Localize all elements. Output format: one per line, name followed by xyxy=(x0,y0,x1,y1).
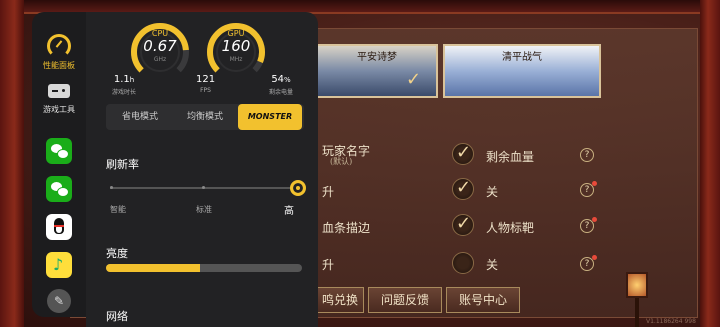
qq-icon xyxy=(46,214,72,240)
fps-value: 121 xyxy=(196,74,216,85)
app-shortcut-qq[interactable] xyxy=(32,214,86,240)
lantern-post xyxy=(635,298,639,327)
help-icon[interactable]: ? xyxy=(580,181,597,197)
lantern-icon xyxy=(626,272,648,298)
brightness-slider[interactable] xyxy=(106,264,302,272)
refresh-rate-slider[interactable] xyxy=(110,186,298,189)
setting-label: 关 xyxy=(486,258,499,272)
slider-knob[interactable] xyxy=(290,180,306,196)
sidebar-item-label: 性能面板 xyxy=(43,61,75,70)
sidebar-item-game-tools[interactable]: 游戏工具 xyxy=(32,84,86,115)
setting-label: 人物标靶 xyxy=(486,221,535,235)
setting-label: 关 xyxy=(486,185,499,199)
version-text: V1.1186264 998 xyxy=(646,318,696,325)
sidebar-item-label: 游戏工具 xyxy=(43,105,75,114)
play-time-stat: 1.1h 游戏时长 xyxy=(112,74,137,96)
cpu-value: 0.67 xyxy=(143,37,177,55)
gpu-unit: MHz xyxy=(229,56,243,63)
sidebar-item-performance[interactable]: 性能面板 xyxy=(32,34,86,71)
overlay-sidebar: 性能面板 游戏工具 ✎ xyxy=(32,12,86,317)
cpu-unit: GHz xyxy=(153,56,167,63)
help-icon[interactable]: ? xyxy=(580,148,594,162)
mode-power-saving[interactable]: 省电模式 xyxy=(108,104,172,130)
fps-stat: 121 FPS xyxy=(196,74,215,94)
battery-label: 剩余电量 xyxy=(269,89,294,96)
network-title: 网络 xyxy=(106,310,128,323)
mode-balanced[interactable]: 均衡模式 xyxy=(173,104,237,130)
mode-card-title: 平安诗梦 xyxy=(357,52,397,63)
mode-card-pingan[interactable]: 平安诗梦 ✓ xyxy=(316,44,438,98)
qq-music-icon xyxy=(46,252,72,278)
left-pillar xyxy=(0,0,24,327)
checkbox[interactable]: ✓ xyxy=(452,142,474,165)
checkbox[interactable] xyxy=(452,252,474,274)
brightness-title: 亮度 xyxy=(106,247,128,260)
checkbox[interactable]: ✓ xyxy=(452,213,474,236)
performance-mode-selector: 省电模式 均衡模式 MONSTER xyxy=(106,104,304,130)
redeem-code-button[interactable]: 鸣兑换 xyxy=(316,287,364,313)
brush-icon: ✎ xyxy=(47,289,71,313)
right-pillar xyxy=(700,0,720,327)
setting-label: 血条描边 xyxy=(322,221,371,235)
help-icon[interactable]: ? xyxy=(580,255,597,271)
check-icon: ✓ xyxy=(406,69,422,90)
play-time-label: 游戏时长 xyxy=(112,89,137,96)
brush-button[interactable]: ✎ xyxy=(32,289,86,313)
battery-value: 54 xyxy=(271,74,285,85)
wechat-icon xyxy=(46,138,72,164)
brightness-fill xyxy=(106,264,201,272)
mode-card-title: 清平战气 xyxy=(502,52,542,63)
battery-stat: 54% 剩余电量 xyxy=(269,74,294,96)
account-center-button[interactable]: 账号中心 xyxy=(446,287,520,313)
app-shortcut-wechat-2[interactable] xyxy=(32,176,86,202)
app-shortcut-qq-music[interactable] xyxy=(32,252,86,278)
refresh-option-standard[interactable]: 标准 xyxy=(196,204,212,215)
setting-label: 升 xyxy=(322,258,335,272)
refresh-option-high[interactable]: 高 xyxy=(284,202,294,217)
play-time-value: 1.1 xyxy=(113,74,130,85)
mode-monster[interactable]: MONSTER xyxy=(238,104,302,130)
checkbox[interactable]: ✓ xyxy=(452,177,474,200)
setting-label: 升 xyxy=(322,185,335,199)
wechat-icon xyxy=(46,176,72,202)
gauge-icon xyxy=(47,34,71,58)
fps-label: FPS xyxy=(200,87,211,94)
refresh-option-smart[interactable]: 智能 xyxy=(110,204,126,215)
setting-label: 剩余血量 xyxy=(486,150,535,164)
app-shortcut-wechat[interactable] xyxy=(32,138,86,164)
performance-panel: CPU 0.67 GHz GPU 160 MHz 1.1h 游戏时长 121 F… xyxy=(86,12,318,327)
cpu-gauge: CPU 0.67 GHz xyxy=(128,20,192,84)
help-icon[interactable]: ? xyxy=(580,217,597,233)
gamepad-icon xyxy=(48,84,70,98)
feedback-button[interactable]: 问题反馈 xyxy=(368,287,442,313)
refresh-rate-title: 刷新率 xyxy=(106,158,139,171)
gpu-value: 160 xyxy=(221,37,251,55)
setting-sublabel: (默认) xyxy=(330,157,353,166)
mode-card-qingping[interactable]: 清平战气 xyxy=(443,44,601,98)
